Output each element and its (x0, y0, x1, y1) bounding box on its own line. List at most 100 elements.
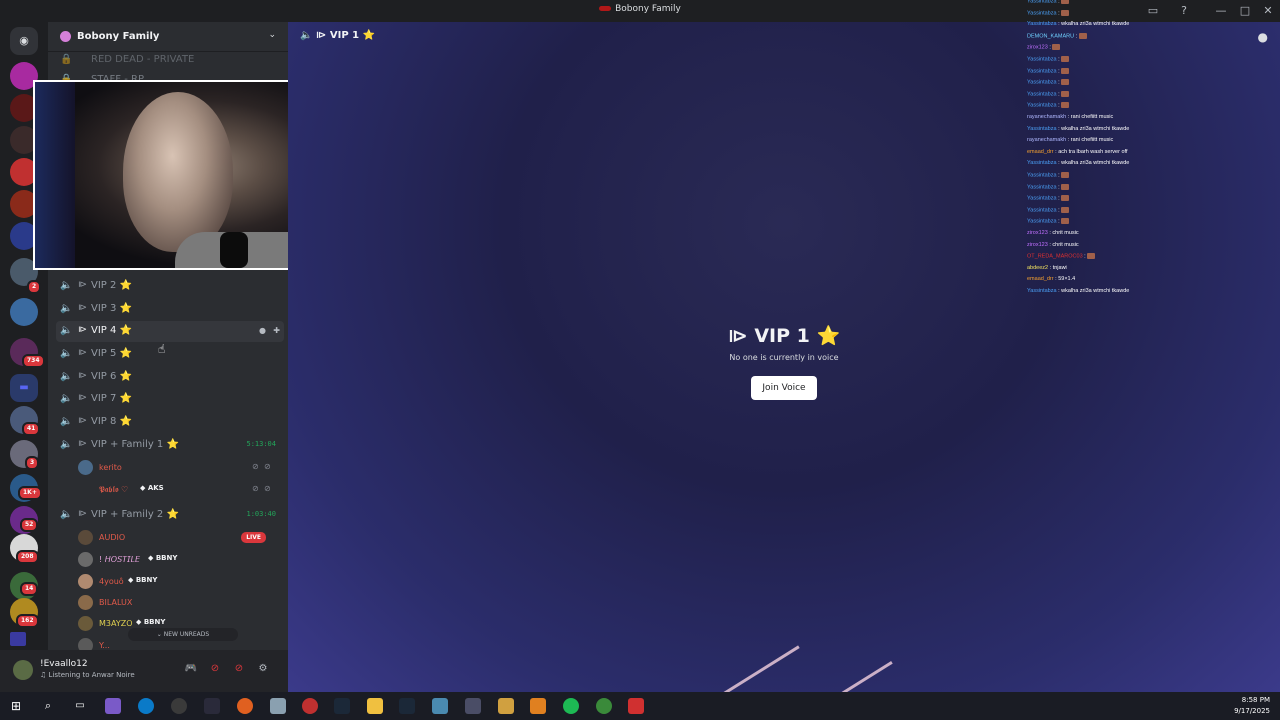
server-icon[interactable] (10, 632, 26, 646)
close-icon[interactable]: ✕ (1260, 3, 1276, 19)
stage-icon: ⧐ (78, 393, 87, 403)
channel-name: VIP 3 ⭐ (91, 303, 132, 314)
steam-icon[interactable] (399, 698, 415, 714)
voice-member[interactable]: BILALUX (78, 593, 278, 613)
headphones-muted-icon: ⊘ (264, 484, 271, 493)
emoji-icon (1061, 9, 1070, 16)
user-name[interactable]: !Evaallo12 (40, 659, 88, 669)
folder-icon[interactable]: ▬ (10, 374, 38, 402)
spotify-icon[interactable] (563, 698, 579, 714)
obs-icon[interactable] (171, 698, 187, 714)
chat-username: zirox123 (1027, 241, 1048, 248)
channel-vip-5[interactable]: 🔈 ⧐ VIP 5 ⭐ (56, 344, 284, 365)
stage-icon: ⧐ (78, 325, 87, 335)
channel-item[interactable]: 🔒 RED DEAD - PRIVATE (56, 50, 284, 71)
chat-username: Yassintabza (1027, 79, 1057, 86)
new-unreads-pill[interactable]: ⌄ NEW UNREADS (128, 628, 238, 641)
chevron-down-icon[interactable]: ⌄ (268, 30, 276, 40)
voice-channel-title-text: VIP 1 ⭐ (754, 325, 841, 347)
channel-vip-4[interactable]: 🔈 ⧐ VIP 4 ⭐ ● ✚ (56, 321, 284, 342)
voice-member[interactable]: ! 𝘏𝘖𝘚𝘛𝘐𝘓𝘌 ◆ BBNY (78, 550, 278, 570)
task-view-icon[interactable]: ▭ (72, 698, 88, 714)
emoji-icon (1061, 183, 1070, 190)
chat-username: Yassintabza (1027, 195, 1057, 202)
chat-line: Yassintabza : (1027, 0, 1070, 4)
voice-member[interactable]: 4youô ◆ BBNY (78, 572, 278, 592)
user-status-text: Listening to Anwar Noire (48, 671, 135, 679)
server-header[interactable]: Bobony Family ⌄ (48, 22, 288, 52)
channel-vip-3[interactable]: 🔈 ⧐ VIP 3 ⭐ (56, 299, 284, 320)
search-icon[interactable]: ⌕ (40, 698, 56, 714)
chat-username: OT_REDA_MAROC03 (1027, 253, 1083, 260)
chat-username: Yassintabza (1027, 288, 1057, 294)
headphones-muted-icon[interactable]: ⊘ (231, 661, 247, 677)
channel-name: VIP 6 ⭐ (91, 371, 132, 382)
edge-browser-icon[interactable] (138, 698, 154, 714)
chat-username: DEMON_KAMARU (1027, 33, 1075, 40)
clock-date: 9/17/2025 (1234, 707, 1270, 715)
channel-vip-family-1[interactable]: 🔈 ⧐ VIP + Family 1 ⭐ 5:13:04 (56, 435, 284, 456)
avatar (78, 616, 93, 631)
member-name: Y... (99, 641, 110, 650)
channel-vip-family-2[interactable]: 🔈 ⧐ VIP + Family 2 ⭐ 1:03:40 (56, 505, 284, 526)
decorative-streak (696, 645, 800, 692)
settings-gear-icon[interactable]: ⚙ (255, 661, 271, 677)
server-folder-icon[interactable] (10, 298, 38, 326)
voice-member[interactable]: 𝕻𝖆𝖇𝖑𝖔 ♡ ◆ AKS ⊘ ⊘ (78, 480, 278, 500)
voice-channel-title: ⧐ VIP 1 ⭐ (727, 325, 841, 347)
chat-bubble-icon[interactable]: ● (259, 326, 266, 335)
chat-bubble-icon[interactable]: ● (1258, 30, 1268, 44)
app-icon[interactable] (498, 698, 514, 714)
channel-vip-7[interactable]: 🔈 ⧐ VIP 7 ⭐ (56, 389, 284, 410)
app-icon[interactable] (432, 698, 448, 714)
system-clock[interactable]: 8:58 PM 9/17/2025 (1234, 695, 1270, 717)
empty-voice-panel: ⧐ VIP 1 ⭐ No one is currently in voice J… (288, 324, 1280, 400)
maximize-icon[interactable]: □ (1237, 3, 1253, 19)
discord-home-icon[interactable]: ◉ (10, 27, 38, 55)
emoji-icon (1061, 102, 1070, 109)
file-explorer-icon[interactable] (367, 698, 383, 714)
terminal-icon[interactable] (204, 698, 220, 714)
game-controller-icon[interactable]: 🎮 (183, 661, 199, 677)
add-member-icon[interactable]: ✚ (273, 326, 280, 335)
speaker-icon: 🔈 (60, 416, 73, 427)
channel-name: VIP 5 ⭐ (91, 348, 132, 359)
app-icon[interactable] (530, 698, 546, 714)
discord-taskbar-icon[interactable] (465, 698, 481, 714)
chat-line: Yassintabza : (1027, 195, 1070, 202)
emoji-icon (1061, 218, 1070, 225)
server-logo-icon (599, 6, 612, 11)
channel-vip-8[interactable]: 🔈 ⧐ VIP 8 ⭐ (56, 412, 284, 433)
user-panel: !Evaallo12 ♫ Listening to Anwar Noire 🎮 … (0, 650, 288, 692)
chrome-icon[interactable] (596, 698, 612, 714)
app-icon[interactable] (628, 698, 644, 714)
voice-member[interactable]: AUDIO LIVE (78, 528, 278, 548)
mic-muted-icon[interactable]: ⊘ (207, 661, 223, 677)
app-icon[interactable] (270, 698, 286, 714)
chat-message: rani chefiitt music (1070, 137, 1114, 144)
channel-name: RED DEAD - PRIVATE (91, 54, 195, 65)
unread-badge: 41 (22, 422, 41, 436)
help-icon[interactable]: ? (1176, 3, 1192, 19)
voice-timer: 5:13:04 (246, 440, 276, 448)
user-status: ♫ Listening to Anwar Noire (40, 671, 135, 679)
steam-icon[interactable] (334, 698, 350, 714)
chat-message: wkalha zri3a wtmchi tkawde (1061, 125, 1130, 132)
minimize-icon[interactable]: — (1213, 3, 1229, 19)
avatar[interactable] (13, 660, 33, 680)
channel-vip-2[interactable]: 🔈 ⧐ VIP 2 ⭐ (56, 276, 284, 297)
role-tag-text: BBNY (135, 576, 158, 584)
chat-username: Yassintabza (1027, 160, 1057, 167)
role-tag-text: AKS (147, 484, 164, 492)
join-voice-button[interactable]: Join Voice (751, 376, 817, 400)
empty-voice-text: No one is currently in voice (729, 353, 839, 362)
chat-line: Yassintabza : (1027, 218, 1070, 225)
copilot-icon[interactable] (105, 698, 121, 714)
avatar (78, 530, 93, 545)
voice-member[interactable]: kerito ⊘ ⊘ (78, 458, 278, 478)
channel-vip-6[interactable]: 🔈 ⧐ VIP 6 ⭐ (56, 367, 284, 388)
windows-start-icon[interactable]: ⊞ (8, 698, 24, 714)
role-tag-text: BBNY (155, 554, 178, 562)
app-icon[interactable] (302, 698, 318, 714)
app-icon[interactable] (237, 698, 253, 714)
